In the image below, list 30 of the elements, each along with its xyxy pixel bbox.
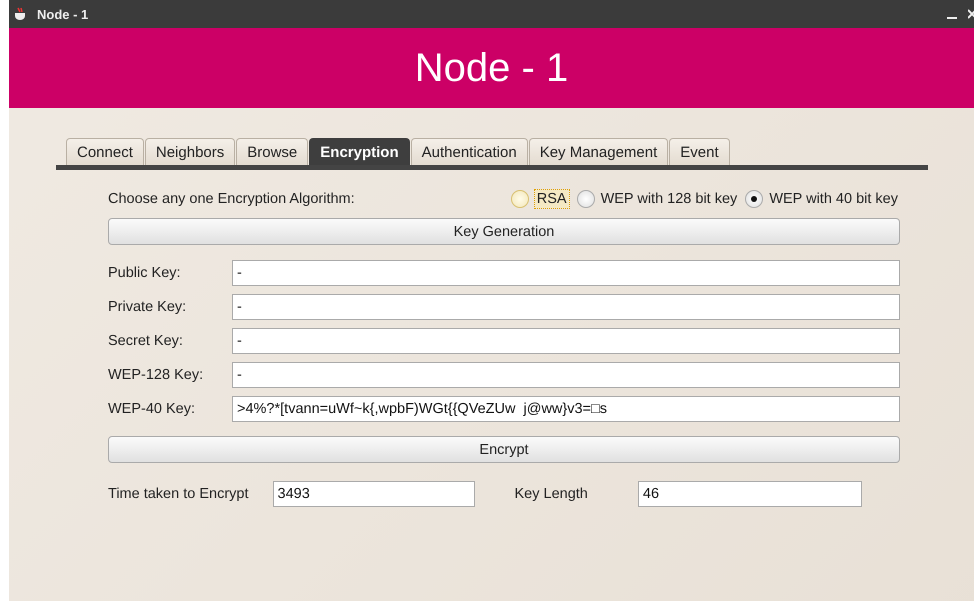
banner-title: Node - 1	[414, 46, 568, 90]
tab[interactable]: Browse	[236, 138, 308, 165]
close-icon[interactable]	[968, 8, 974, 20]
tab[interactable]: Key Management	[528, 138, 668, 165]
radio-option[interactable]: WEP with 40 bit key	[743, 190, 900, 208]
field-label: Key Length	[514, 486, 588, 502]
window-title: Node - 1	[37, 6, 90, 22]
key-field[interactable]: -	[232, 294, 900, 320]
time-field[interactable]: 3493	[272, 481, 474, 507]
field-label: WEP-40 Key:	[108, 401, 196, 417]
tab[interactable]: Connect	[66, 138, 144, 165]
radio-option[interactable]: WEP with 128 bit key	[574, 190, 740, 208]
algorithm-label: Choose any one Encryption Algorithm:	[108, 191, 355, 207]
key-field[interactable]: -	[232, 362, 900, 388]
field-label: WEP-128 Key:	[108, 367, 204, 383]
tab[interactable]: Neighbors	[144, 138, 236, 165]
tab[interactable]: Event	[669, 138, 730, 165]
field-label: Public Key:	[108, 265, 182, 281]
encrypt-button[interactable]: Encrypt	[108, 436, 900, 463]
tab[interactable]: Encryption	[309, 138, 410, 165]
field-label: Time taken to Encrypt	[108, 486, 248, 502]
key-field[interactable]: -	[232, 260, 900, 286]
tab[interactable]: Authentication	[410, 138, 528, 165]
key-field[interactable]: >4%?*[tvann=uWf~k{,wpbF)WGt{{QVeZUw j@ww}v3=□s	[232, 396, 900, 422]
key-generation-button[interactable]: Key Generation	[108, 218, 900, 245]
app-icon	[13, 7, 27, 21]
key-length-field[interactable]: 46	[638, 481, 862, 507]
field-label: Secret Key:	[108, 333, 184, 349]
key-field[interactable]: -	[232, 328, 900, 354]
field-label: Private Key:	[108, 299, 188, 315]
